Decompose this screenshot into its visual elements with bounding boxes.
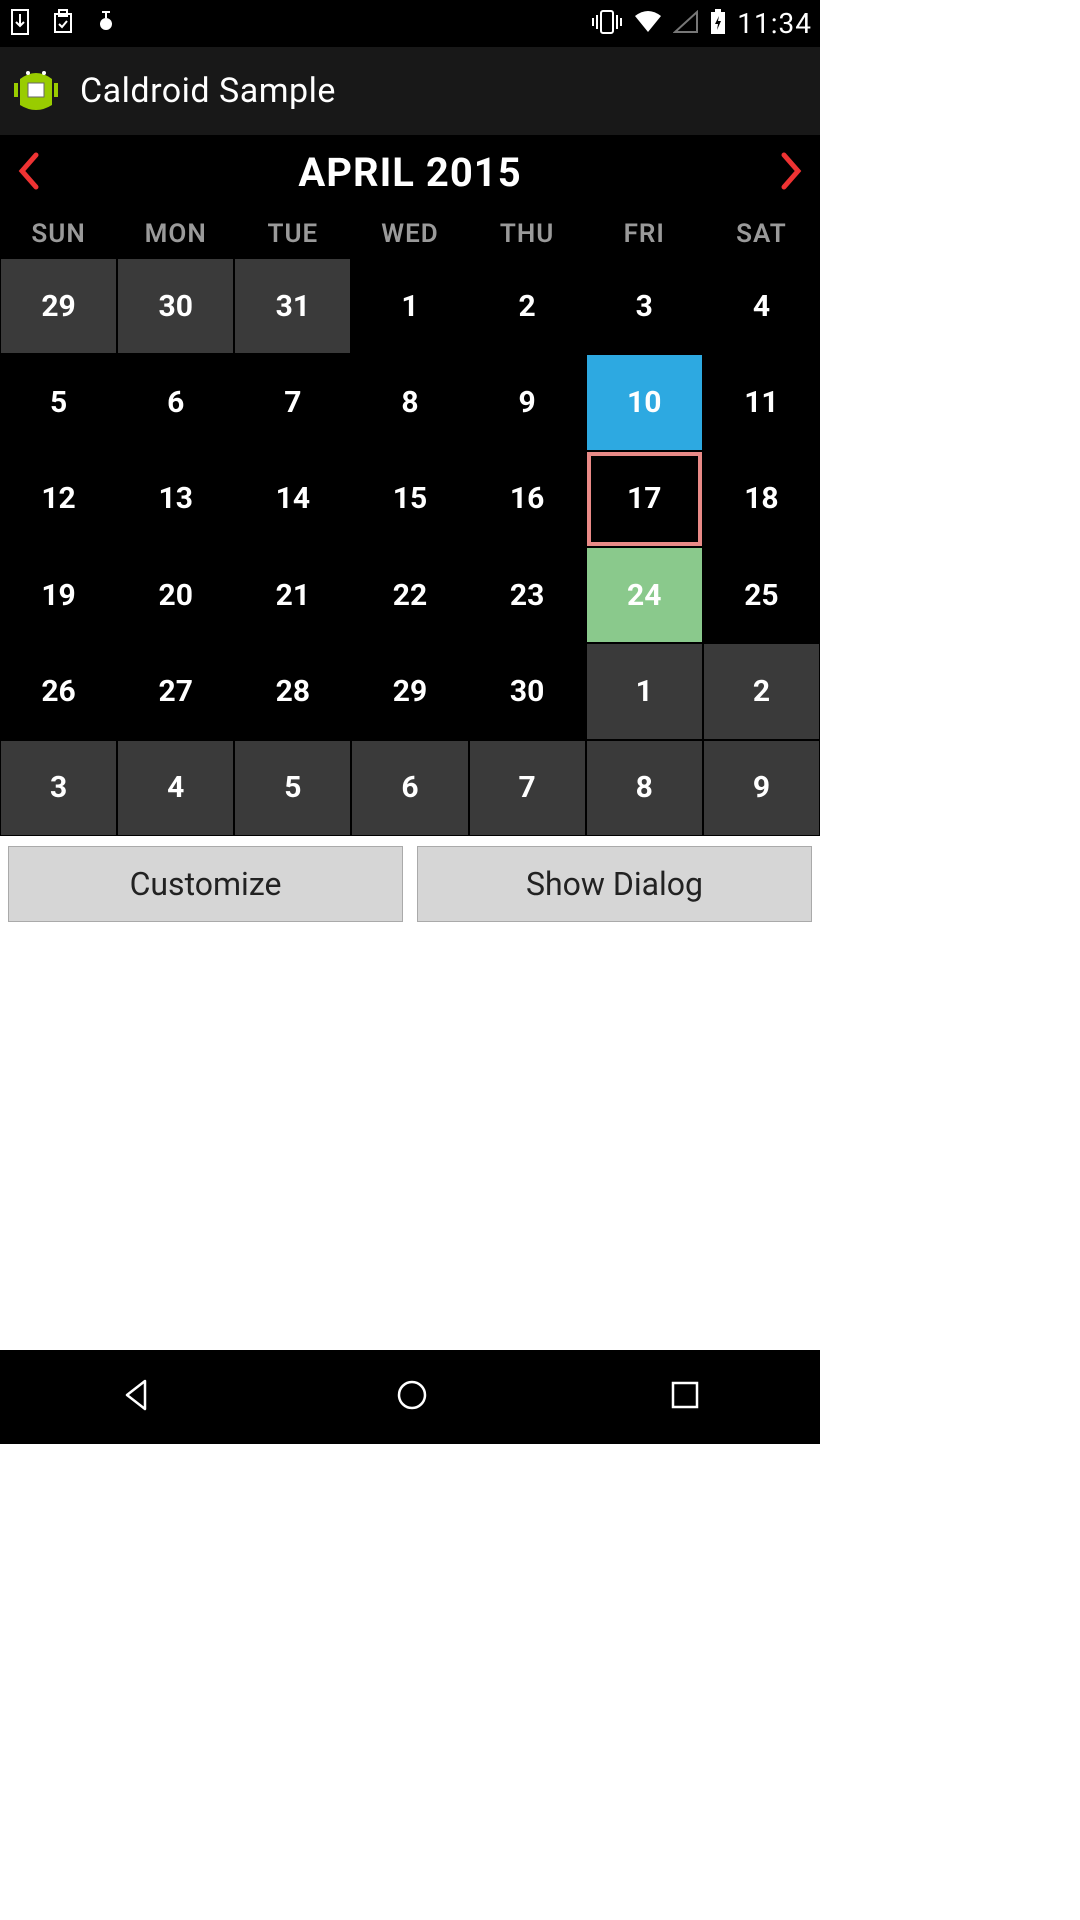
show-dialog-button[interactable]: Show Dialog [417,846,812,922]
weekday-label: FRI [586,219,703,249]
day-cell[interactable]: 7 [235,355,350,449]
status-bar: 11:34 [0,0,820,47]
day-cell[interactable]: 30 [470,644,585,738]
day-cell[interactable]: 20 [118,548,233,642]
wifi-icon [633,10,663,38]
day-cell[interactable]: 9 [470,355,585,449]
day-cell[interactable]: 24 [587,548,702,642]
weekday-label: SAT [703,219,820,249]
back-button[interactable] [117,1375,157,1419]
battery-charging-icon [709,8,727,40]
android-debug-icon [94,8,118,40]
day-cell[interactable]: 2 [704,644,819,738]
day-cell[interactable]: 10 [587,355,702,449]
day-cell[interactable]: 15 [352,452,467,546]
weekday-label: SUN [0,219,117,249]
cell-signal-icon [673,10,699,38]
day-cell[interactable]: 1 [352,259,467,353]
day-cell[interactable]: 27 [118,644,233,738]
day-cell[interactable]: 17 [587,452,702,546]
day-cell[interactable]: 30 [118,259,233,353]
day-cell[interactable]: 29 [352,644,467,738]
app-title: Caldroid Sample [80,71,336,111]
customize-button[interactable]: Customize [8,846,403,922]
day-cell[interactable]: 25 [704,548,819,642]
vibrate-icon [591,9,623,39]
day-cell[interactable]: 31 [235,259,350,353]
calendar-grid: 2930311234567891011121314151617181920212… [0,258,820,836]
day-cell[interactable]: 6 [118,355,233,449]
weekday-label: MON [117,219,234,249]
weekday-label: TUE [234,219,351,249]
weekday-label: WED [351,219,468,249]
day-cell[interactable]: 22 [352,548,467,642]
day-cell[interactable]: 4 [704,259,819,353]
day-cell[interactable]: 2 [470,259,585,353]
weekday-row: SUN MON TUE WED THU FRI SAT [0,210,820,258]
day-cell[interactable]: 9 [704,741,819,835]
day-cell[interactable]: 11 [704,355,819,449]
day-cell[interactable]: 7 [470,741,585,835]
day-cell[interactable]: 29 [1,259,116,353]
buttons-row: Customize Show Dialog [0,836,820,932]
day-cell[interactable]: 8 [352,355,467,449]
app-bar: Caldroid Sample [0,47,820,135]
day-cell[interactable]: 5 [235,741,350,835]
day-cell[interactable]: 26 [1,644,116,738]
system-nav-bar [0,1350,820,1444]
prev-month-button[interactable] [16,151,42,195]
home-button[interactable] [392,1375,432,1419]
day-cell[interactable]: 21 [235,548,350,642]
day-cell[interactable]: 28 [235,644,350,738]
day-cell[interactable]: 1 [587,644,702,738]
month-nav: APRIL 2015 [0,135,820,210]
app-icon [12,63,60,119]
day-cell[interactable]: 13 [118,452,233,546]
day-cell[interactable]: 6 [352,741,467,835]
day-cell[interactable]: 14 [235,452,350,546]
recent-apps-button[interactable] [667,1377,703,1417]
clipboard-check-icon [50,8,76,40]
weekday-label: THU [469,219,586,249]
status-clock: 11:34 [737,7,812,40]
day-cell[interactable]: 5 [1,355,116,449]
day-cell[interactable]: 23 [470,548,585,642]
day-cell[interactable]: 19 [1,548,116,642]
day-cell[interactable]: 3 [587,259,702,353]
download-icon [8,8,32,40]
day-cell[interactable]: 8 [587,741,702,835]
day-cell[interactable]: 4 [118,741,233,835]
day-cell[interactable]: 18 [704,452,819,546]
month-label: APRIL 2015 [298,149,521,196]
day-cell[interactable]: 3 [1,741,116,835]
day-cell[interactable]: 16 [470,452,585,546]
next-month-button[interactable] [778,151,804,195]
day-cell[interactable]: 12 [1,452,116,546]
